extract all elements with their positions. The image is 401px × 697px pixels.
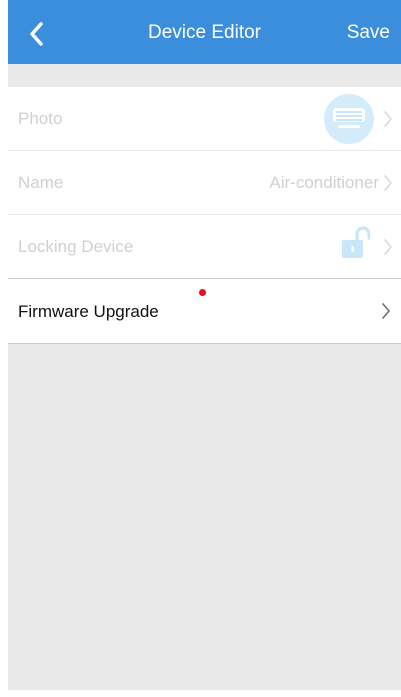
settings-list: Photo Name Air-conditioner Locking Devic… — [8, 87, 401, 344]
name-value: Air-conditioner — [269, 173, 379, 192]
back-button[interactable] — [22, 18, 54, 50]
photo-row[interactable]: Photo — [8, 87, 401, 151]
chevron-left-icon — [30, 22, 43, 46]
chevron-right-icon — [383, 239, 393, 255]
photo-label: Photo — [18, 109, 63, 128]
update-badge — [199, 289, 206, 296]
firmware-upgrade-row[interactable]: Firmware Upgrade — [8, 279, 401, 344]
device-photo-avatar — [324, 94, 374, 144]
chevron-right-icon — [381, 303, 391, 319]
locking-device-label: Locking Device — [18, 237, 134, 256]
name-row[interactable]: Name Air-conditioner — [8, 151, 401, 215]
firmware-upgrade-label: Firmware Upgrade — [18, 302, 159, 321]
air-conditioner-icon — [333, 108, 365, 128]
locking-device-row[interactable]: Locking Device — [8, 215, 401, 279]
name-label: Name — [18, 173, 64, 192]
save-button[interactable]: Save — [347, 21, 390, 45]
chevron-right-icon — [383, 175, 393, 191]
device-editor-screen: Device Editor Save Photo Name Air-condit… — [0, 0, 401, 697]
page-title: Device Editor — [148, 22, 261, 43]
unlocked-padlock-icon — [341, 225, 370, 261]
navigation-bar: Device Editor Save — [8, 0, 401, 64]
content-area: Device Editor Save Photo Name Air-condit… — [8, 0, 401, 690]
chevron-right-icon — [383, 111, 393, 127]
